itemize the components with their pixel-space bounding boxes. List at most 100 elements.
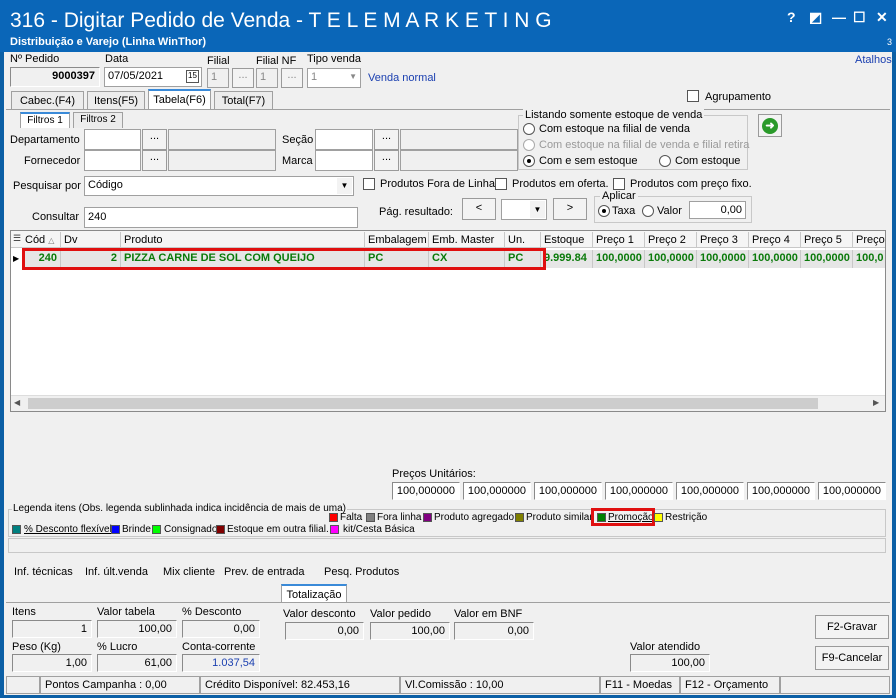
fora-linha-checkbox[interactable] xyxy=(363,178,375,190)
secao-input[interactable] xyxy=(315,129,373,150)
col-embalagem[interactable]: Embalagem xyxy=(365,232,429,248)
legend-consignado: Consignado xyxy=(164,524,218,535)
gravar-button[interactable]: F2-Gravar xyxy=(815,615,889,639)
estoque-opt2-label: Com estoque na filial de venda e filial … xyxy=(539,139,750,151)
calendar-icon[interactable]: 15 xyxy=(186,70,199,83)
cell-preco3[interactable]: 100,0000 xyxy=(697,250,749,268)
consultar-input[interactable]: 240 xyxy=(84,207,358,228)
link-inf-tecnicas[interactable]: Inf. técnicas xyxy=(14,566,73,578)
agrupamento-checkbox[interactable] xyxy=(687,90,699,102)
taxa-radio[interactable] xyxy=(598,205,610,217)
tab-itens[interactable]: Itens(F5) xyxy=(87,91,145,109)
estoque-opt4-label: Com estoque xyxy=(675,155,741,167)
cell-preco6[interactable]: 100,0 xyxy=(853,250,885,268)
col-preco6[interactable]: Preço xyxy=(853,232,885,248)
em-oferta-label: Produtos em oferta. xyxy=(512,178,609,190)
col-estoque[interactable]: Estoque xyxy=(541,232,593,248)
fornecedor-input[interactable] xyxy=(84,150,141,171)
col-cod[interactable]: Cód △ xyxy=(22,232,61,248)
legend-swatch-brinde xyxy=(111,525,120,534)
legend-brinde: Brinde xyxy=(122,524,151,535)
preco-unit-1: 100,000000 xyxy=(392,482,460,500)
col-preco5[interactable]: Preço 5 xyxy=(801,232,853,248)
estoque-opt1-radio[interactable] xyxy=(523,123,535,135)
col-un[interactable]: Un. xyxy=(505,232,541,248)
next-page-button[interactable]: > xyxy=(553,198,587,220)
tab-totalizacao[interactable]: Totalização xyxy=(281,584,347,602)
link-prev-entrada[interactable]: Prev. de entrada xyxy=(224,566,305,578)
tab-divider xyxy=(6,109,890,110)
go-button[interactable]: ➜ xyxy=(758,114,782,137)
status-moedas[interactable]: F11 - Moedas xyxy=(600,676,680,694)
legend-restricao: Restrição xyxy=(665,512,708,523)
window-title: 316 - Digitar Pedido de Venda - T E L E … xyxy=(10,9,552,32)
tab-total[interactable]: Total(F7) xyxy=(214,91,273,109)
scroll-right-icon[interactable]: ▶ xyxy=(873,398,879,407)
estoque-opt4-radio[interactable] xyxy=(659,155,671,167)
link-inf-ult-venda[interactable]: Inf. últ.venda xyxy=(85,566,148,578)
restore-icon[interactable]: ◩ xyxy=(809,9,822,26)
tipo-venda-select[interactable]: 1 ▼ xyxy=(307,68,361,88)
cell-estoque[interactable]: 9.999.84 xyxy=(541,250,593,268)
marca-input[interactable] xyxy=(315,150,373,171)
marca-lookup-button[interactable]: ... xyxy=(374,150,399,171)
col-preco2[interactable]: Preço 2 xyxy=(645,232,697,248)
filialnf-field: 1 xyxy=(256,68,278,88)
cell-preco4[interactable]: 100,0000 xyxy=(749,250,801,268)
col-emb-master[interactable]: Emb. Master xyxy=(429,232,505,248)
legend-swatch-fora-linha xyxy=(366,513,375,522)
preco-unit-4: 100,000000 xyxy=(605,482,673,500)
grid-menu-icon[interactable]: ☰ xyxy=(13,233,21,244)
minimize-icon[interactable]: — xyxy=(832,9,846,25)
departamento-lookup-button[interactable]: ... xyxy=(142,129,167,150)
departamento-input[interactable] xyxy=(84,129,141,150)
pag-resultado-label: Pág. resultado: xyxy=(379,206,453,218)
date-value: 07/05/2021 xyxy=(108,70,164,82)
cell-preco2[interactable]: 100,0000 xyxy=(645,250,697,268)
col-preco3[interactable]: Preço 3 xyxy=(697,232,749,248)
fornecedor-lookup-button[interactable]: ... xyxy=(142,150,167,171)
departamento-label: Departamento xyxy=(10,134,80,146)
link-mix-cliente[interactable]: Mix cliente xyxy=(163,566,215,578)
preco-unit-7: 100,000000 xyxy=(818,482,886,500)
col-preco1[interactable]: Preço 1 xyxy=(593,232,645,248)
scroll-thumb[interactable] xyxy=(28,398,818,409)
filial-lookup-button: ... xyxy=(232,68,254,88)
maximize-icon[interactable]: ☐ xyxy=(853,9,866,26)
status-credito: Crédito Disponível: 82.453,16 xyxy=(200,676,400,694)
col-produto[interactable]: Produto xyxy=(121,232,365,248)
scroll-left-icon[interactable]: ◀ xyxy=(14,398,20,407)
tab-filtros2[interactable]: Filtros 2 xyxy=(73,112,123,128)
page-select[interactable]: ▼ xyxy=(501,199,547,220)
link-pesq-produtos[interactable]: Pesq. Produtos xyxy=(324,566,399,578)
col-dv[interactable]: Dv xyxy=(61,232,121,248)
preco-fixo-checkbox[interactable] xyxy=(613,178,625,190)
secao-lookup-button[interactable]: ... xyxy=(374,129,399,150)
valor-radio[interactable] xyxy=(642,205,654,217)
cell-preco5[interactable]: 100,0000 xyxy=(801,250,853,268)
pesquisar-select[interactable]: Código ▼ xyxy=(84,176,354,196)
tab-tabela[interactable]: Tabela(F6) xyxy=(148,89,211,109)
help-icon[interactable]: ? xyxy=(787,9,796,25)
chevron-down-icon: ▼ xyxy=(530,201,545,218)
tab-filtros1[interactable]: Filtros 1 xyxy=(20,112,70,128)
valor-pedido-label: Valor pedido xyxy=(370,608,431,620)
prev-page-button[interactable]: < xyxy=(462,198,496,220)
aplicar-value-input[interactable]: 0,00 xyxy=(689,201,746,219)
close-icon[interactable]: ✕ xyxy=(876,9,888,26)
estoque-opt3-label: Com e sem estoque xyxy=(539,155,638,167)
col-preco4[interactable]: Preço 4 xyxy=(749,232,801,248)
pesquisar-label: Pesquisar por xyxy=(13,180,81,192)
em-oferta-checkbox[interactable] xyxy=(495,178,507,190)
filialnf-lookup-button: ... xyxy=(281,68,303,88)
legend-swatch-restricao xyxy=(654,513,663,522)
tab-cabec[interactable]: Cabec.(F4) xyxy=(11,91,84,109)
cell-preco1[interactable]: 100,0000 xyxy=(593,250,645,268)
precos-unitarios-label: Preços Unitários: xyxy=(392,468,476,480)
atalhos-link[interactable]: Atalhos xyxy=(855,54,892,66)
status-orcamento[interactable]: F12 - Orçamento xyxy=(680,676,780,694)
cancelar-button[interactable]: F9-Cancelar xyxy=(815,646,889,670)
status-pontos: Pontos Campanha : 0,00 xyxy=(40,676,200,694)
secao-label: Seção xyxy=(282,134,314,146)
estoque-opt3-radio[interactable] xyxy=(523,155,535,167)
